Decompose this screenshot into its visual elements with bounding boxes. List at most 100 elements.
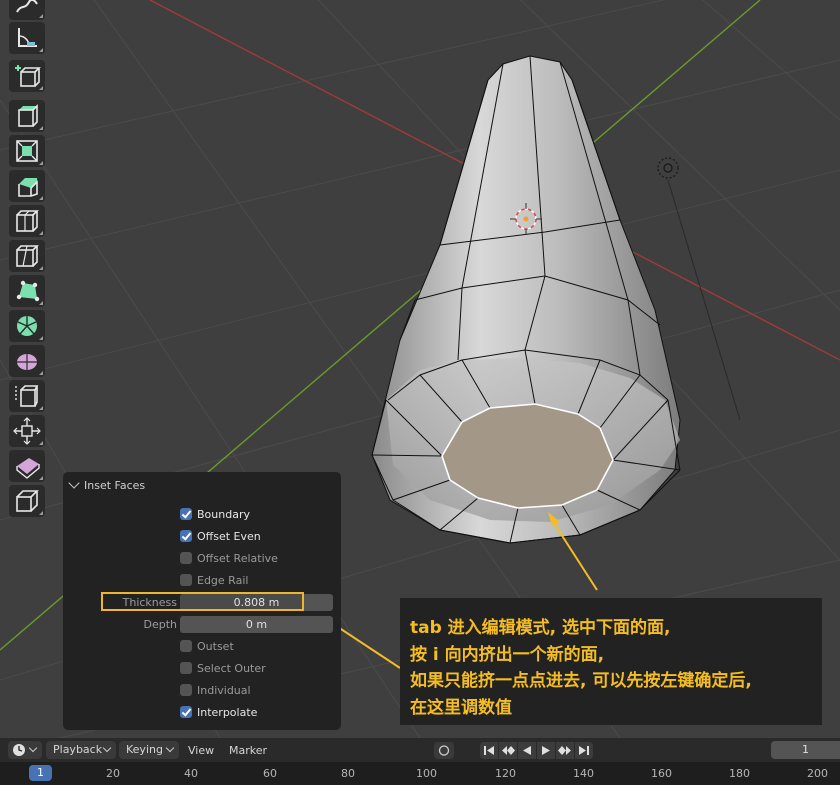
chevron-down-icon bbox=[165, 743, 175, 753]
clock-icon bbox=[13, 744, 25, 756]
depth-label: Depth bbox=[143, 618, 177, 631]
tool-extrude[interactable] bbox=[9, 100, 45, 132]
checkbox-label: Offset Even bbox=[197, 529, 261, 543]
frame-tick: 60 bbox=[263, 767, 277, 780]
chevron-down-icon bbox=[102, 743, 112, 753]
panel-title: Inset Faces bbox=[84, 478, 146, 492]
frame-tick: 140 bbox=[573, 767, 594, 780]
select-outer-checkbox[interactable]: Select Outer bbox=[180, 660, 266, 676]
offset-relative-checkbox[interactable]: Offset Relative bbox=[180, 550, 278, 566]
boundary-checkbox[interactable]: Boundary bbox=[180, 506, 250, 522]
frame-tick: 200 bbox=[807, 767, 828, 780]
tool-smooth[interactable] bbox=[9, 345, 45, 377]
auto-keying-button[interactable] bbox=[434, 742, 454, 759]
light-icon[interactable] bbox=[657, 157, 679, 179]
checkbox-icon bbox=[180, 706, 192, 718]
playback-label: Playback bbox=[53, 743, 103, 756]
panel-header[interactable]: Inset Faces bbox=[68, 477, 146, 492]
tool-knife[interactable] bbox=[9, 240, 45, 272]
depth-value: 0 m bbox=[245, 618, 268, 631]
shear-tool-icon bbox=[16, 458, 40, 479]
play-reverse-icon bbox=[523, 746, 531, 755]
jump-end-button[interactable] bbox=[575, 742, 593, 759]
extrude-region-tool-icon bbox=[18, 104, 38, 127]
annotation-line-2: 按 i 向内挤出一个新的面, bbox=[410, 645, 605, 665]
lamp-line bbox=[667, 179, 741, 421]
measure-tool-icon bbox=[18, 28, 37, 47]
add-cube-tool-icon bbox=[15, 65, 41, 87]
checkbox-label: Individual bbox=[197, 683, 251, 697]
jump-end-icon bbox=[579, 746, 589, 755]
playback-menu[interactable]: Playback bbox=[46, 741, 116, 759]
tool-loop-cut[interactable] bbox=[9, 205, 45, 237]
next-keyframe-button[interactable] bbox=[556, 742, 574, 759]
tool-annotate[interactable] bbox=[9, 0, 45, 20]
timeline-header: Playback Keying View Marker 1 bbox=[0, 738, 840, 762]
current-frame-indicator[interactable]: 1 bbox=[29, 765, 52, 781]
checkbox-label: Interpolate bbox=[197, 705, 258, 719]
frame-tick: 80 bbox=[341, 767, 355, 780]
loop-cut-tool-icon bbox=[16, 210, 39, 232]
chevron-down-icon bbox=[68, 477, 80, 489]
shrink-fatten-tool-icon bbox=[13, 417, 41, 445]
checkbox-icon bbox=[180, 508, 192, 520]
checkbox-label: Select Outer bbox=[197, 661, 266, 675]
3d-viewport[interactable]: Inset Faces Boundary Offset Even Offset … bbox=[0, 0, 840, 738]
record-icon bbox=[438, 745, 450, 756]
tool-bevel[interactable] bbox=[9, 170, 45, 202]
rip-region-tool-icon bbox=[16, 490, 39, 512]
edge-slide-tool-icon bbox=[15, 385, 39, 407]
tutorial-annotation: tab 进入编辑模式, 选中下面的面, 按 i 向内挤出一个新的面, 如果只能挤… bbox=[400, 598, 822, 725]
view-menu[interactable]: View bbox=[188, 742, 214, 759]
tool-shrink-fatten[interactable] bbox=[9, 415, 45, 447]
annotation-line-3: 如果只能挤一点点进去, 可以先按左键确定后, bbox=[410, 671, 752, 691]
cone-mesh[interactable] bbox=[371, 55, 681, 544]
tool-add-cube[interactable] bbox=[9, 60, 45, 92]
knife-tool-icon bbox=[16, 245, 39, 267]
checkbox-icon bbox=[180, 574, 192, 586]
current-frame-field[interactable]: 1 bbox=[771, 741, 840, 759]
offset-even-checkbox[interactable]: Offset Even bbox=[180, 528, 261, 544]
prev-keyframe-icon bbox=[502, 746, 515, 755]
play-icon bbox=[542, 746, 550, 755]
tool-rip-region[interactable] bbox=[9, 485, 45, 517]
jump-start-button[interactable] bbox=[480, 742, 498, 759]
prev-keyframe-button[interactable] bbox=[499, 742, 517, 759]
frame-tick: 160 bbox=[651, 767, 672, 780]
inset-faces-tool-icon bbox=[16, 140, 38, 162]
spin-tool-icon bbox=[17, 316, 37, 336]
outset-checkbox[interactable]: Outset bbox=[180, 638, 234, 654]
annotation-line-1: tab 进入编辑模式, 选中下面的面, bbox=[410, 618, 671, 638]
tool-measure[interactable] bbox=[9, 22, 45, 54]
play-reverse-button[interactable] bbox=[518, 742, 536, 759]
tool-inset[interactable] bbox=[9, 135, 45, 167]
jump-start-icon bbox=[484, 746, 494, 755]
smooth-tool-icon bbox=[17, 354, 37, 370]
tool-spin[interactable] bbox=[9, 310, 45, 342]
checkbox-label: Edge Rail bbox=[197, 573, 249, 587]
tool-shear[interactable] bbox=[9, 450, 45, 482]
next-keyframe-icon bbox=[558, 746, 571, 755]
thickness-highlight-box bbox=[101, 592, 304, 611]
play-button[interactable] bbox=[537, 742, 555, 759]
checkbox-label: Outset bbox=[197, 639, 234, 653]
checkbox-label: Offset Relative bbox=[197, 551, 278, 565]
checkbox-icon bbox=[180, 662, 192, 674]
checkbox-label: Boundary bbox=[197, 507, 250, 521]
timeline-ruler[interactable]: 1 20 40 60 80 100 120 140 160 180 200 bbox=[0, 762, 840, 785]
editor-type-menu[interactable] bbox=[8, 741, 42, 759]
tool-edge-slide[interactable] bbox=[9, 380, 45, 412]
edge-rail-checkbox[interactable]: Edge Rail bbox=[180, 572, 248, 588]
frame-tick: 40 bbox=[184, 767, 198, 780]
frame-tick: 120 bbox=[495, 767, 516, 780]
bevel-tool-icon bbox=[18, 178, 38, 197]
keying-menu[interactable]: Keying bbox=[119, 741, 179, 759]
individual-checkbox[interactable]: Individual bbox=[180, 682, 251, 698]
chevron-down-icon bbox=[28, 743, 38, 753]
frame-tick: 180 bbox=[729, 767, 750, 780]
checkbox-icon bbox=[180, 640, 192, 652]
interpolate-checkbox[interactable]: Interpolate bbox=[180, 704, 257, 720]
depth-field[interactable]: 0 m bbox=[180, 616, 333, 633]
marker-menu[interactable]: Marker bbox=[229, 742, 267, 759]
tool-poly-build[interactable] bbox=[9, 275, 45, 307]
